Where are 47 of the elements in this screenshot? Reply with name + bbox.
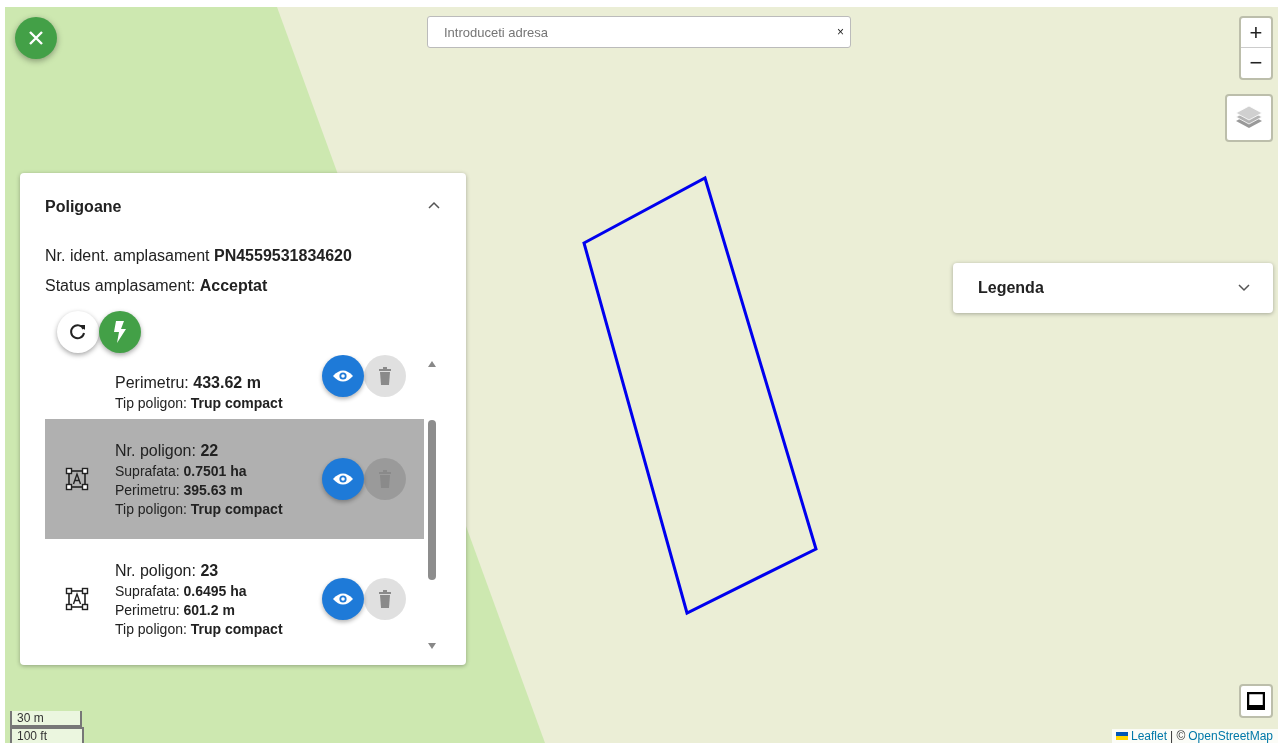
measure-button[interactable]: [1239, 684, 1273, 718]
polygon-detail: Perimetru: 395.63 m: [115, 481, 244, 498]
polygon-text-icon: [65, 587, 89, 611]
polygon-item[interactable]: Nr. poligon: 22 Suprafata: 0.7501 ha Perimetru: 395.63 m Tip poligon: Trup compact: [45, 419, 424, 539]
trash-icon: [378, 367, 392, 385]
delete-button[interactable]: [364, 355, 406, 397]
flag-icon: [1115, 732, 1128, 740]
polygon-detail: Perimetru: 601.2 m: [115, 601, 236, 618]
trash-icon: [378, 590, 392, 608]
polygon-detail: Nr. poligon: 23: [115, 561, 220, 580]
scale-bar: 100 ft: [10, 727, 84, 743]
lightning-icon: [113, 321, 127, 343]
polygon-detail: Suprafata: 0.6495 ha: [115, 582, 248, 599]
zoom-in-button[interactable]: +: [1241, 18, 1271, 48]
ident-text: Nr. ident. amplasament PN4559531834620: [45, 246, 353, 266]
eye-icon: [332, 592, 354, 606]
view-button[interactable]: [322, 458, 364, 500]
scroll-down-icon[interactable]: [427, 643, 436, 649]
close-icon: [29, 31, 43, 45]
attribution-separator: | ©: [1170, 729, 1186, 743]
eye-icon: [332, 369, 354, 383]
clear-button[interactable]: ×: [835, 23, 846, 41]
legend-title: Legenda: [978, 279, 1044, 297]
zoom-out-button[interactable]: −: [1241, 48, 1271, 78]
polygon-detail: Nr. poligon: 22: [115, 441, 220, 460]
delete-button[interactable]: [364, 578, 406, 620]
refresh-button[interactable]: [57, 311, 99, 353]
panel-title: Poligoane: [45, 198, 122, 216]
polygon-detail: Tip poligon: Trup compact: [115, 395, 284, 411]
view-button[interactable]: [322, 578, 364, 620]
polygon-text-icon: [65, 467, 89, 491]
layers-icon: [1235, 105, 1263, 131]
scroll-up-icon[interactable]: [427, 361, 436, 367]
refresh-icon: [69, 323, 87, 341]
address-search-field[interactable]: Introduceti adresa ×: [427, 16, 851, 48]
polygon-detail: Perimetru: 433.62 m: [115, 374, 262, 392]
scale-bar: 30 m: [10, 711, 82, 727]
polygon-detail: Tip poligon: Trup compact: [115, 500, 284, 517]
polygon-detail: Tip poligon: Trup compact: [115, 620, 284, 637]
layers-button[interactable]: [1225, 94, 1273, 142]
osm-link[interactable]: OpenStreetMap: [1188, 729, 1273, 743]
eye-icon: [332, 472, 354, 486]
polygon-detail: Suprafata: 0.7501 ha: [115, 462, 248, 479]
view-button[interactable]: [322, 355, 364, 397]
field-polygon[interactable]: [582, 175, 818, 616]
leaflet-link[interactable]: Leaflet: [1130, 729, 1167, 743]
status-text: Status amplasament: Acceptat: [45, 276, 269, 296]
